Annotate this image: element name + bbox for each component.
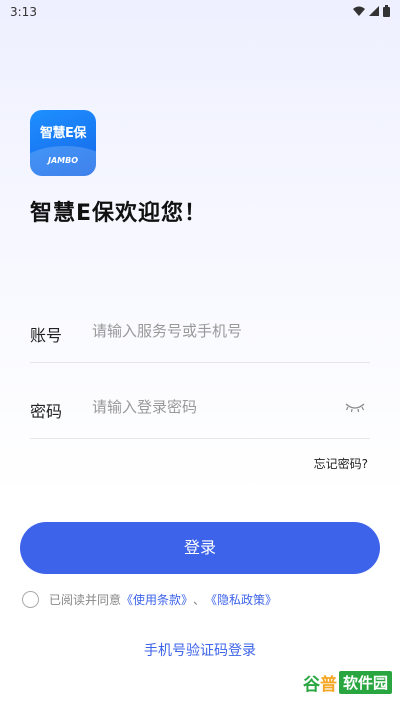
account-label: 账号 (30, 326, 63, 345)
account-row: 账号 (30, 302, 370, 363)
wifi-icon (353, 6, 365, 16)
logo-text: 智慧E保 (40, 126, 86, 141)
password-label: 密码 (30, 402, 63, 421)
watermark: 谷 普 软件园 (303, 670, 392, 695)
signal-icon (369, 6, 379, 16)
app-logo: 智慧E保 JAMBO (30, 110, 96, 176)
password-row: 密码 (30, 378, 370, 439)
status-bar: 3:13 (0, 0, 400, 26)
status-time: 3:13 (10, 5, 37, 19)
agreement-separator: 、 (193, 593, 206, 607)
eye-closed-icon[interactable] (344, 400, 366, 414)
login-button[interactable]: 登录 (20, 522, 380, 574)
terms-link[interactable]: 《使用条款》 (121, 591, 193, 608)
agreement-prefix: 已阅读并同意 (49, 593, 122, 607)
watermark-part2: 普 (319, 675, 337, 695)
battery-icon (383, 5, 390, 17)
status-icons (353, 5, 390, 17)
privacy-link[interactable]: 《隐私政策》 (205, 591, 277, 608)
logo-subtext: JAMBO (47, 156, 79, 165)
watermark-part3: 软件园 (338, 671, 392, 694)
watermark-part1: 谷 (302, 675, 320, 695)
agreement-checkbox[interactable] (22, 591, 39, 608)
account-input[interactable] (92, 315, 332, 347)
password-input[interactable] (92, 391, 332, 423)
sms-login-link[interactable]: 手机号验证码登录 (0, 640, 400, 660)
forgot-password-link[interactable]: 忘记密码? (314, 455, 368, 472)
agreement-row: 已阅读并同意 《使用条款》 、 《隐私政策》 (22, 591, 277, 608)
welcome-title: 智慧E保欢迎您！ (30, 201, 208, 226)
